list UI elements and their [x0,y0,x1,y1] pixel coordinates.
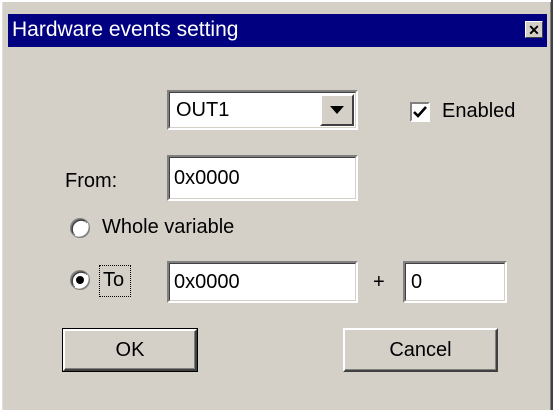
to-address-value: 0x0000 [174,271,240,293]
close-icon: ✕ [528,21,540,38]
to-label[interactable]: To [103,268,124,292]
whole-variable-label[interactable]: Whole variable [102,215,234,239]
whole-variable-radio[interactable] [69,217,91,239]
window-frame-left-inner [2,2,3,410]
from-label: From: [65,170,118,192]
enabled-checkbox[interactable] [410,102,430,122]
event-select[interactable]: OUT1 [167,90,358,130]
window-frame-top [0,0,553,2]
plus-sign: + [373,271,385,293]
ok-button-label: OK [115,338,145,361]
to-radio[interactable] [69,269,91,291]
checkmark-icon [413,106,427,118]
event-select-dropdown-button[interactable] [320,94,354,126]
window-frame-right-inner [550,2,551,410]
window-title: Hardware events setting [12,18,239,41]
title-bar[interactable]: Hardware events setting ✕ [8,14,547,47]
hardware-events-dialog: Hardware events setting ✕ OUT1 Enabled F… [0,0,553,410]
cancel-button-label: Cancel [389,338,452,361]
offset-value: 0 [411,271,423,293]
offset-input[interactable]: 0 [403,261,507,303]
from-address-input[interactable]: 0x0000 [167,155,358,201]
from-address-value: 0x0000 [174,167,240,189]
enabled-label[interactable]: Enabled [442,99,515,123]
chevron-down-icon [330,106,344,114]
ok-button[interactable]: OK [63,329,197,371]
event-select-value: OUT1 [176,99,230,121]
cancel-button[interactable]: Cancel [343,328,498,372]
close-button[interactable]: ✕ [525,21,543,38]
to-address-input[interactable]: 0x0000 [167,261,358,303]
